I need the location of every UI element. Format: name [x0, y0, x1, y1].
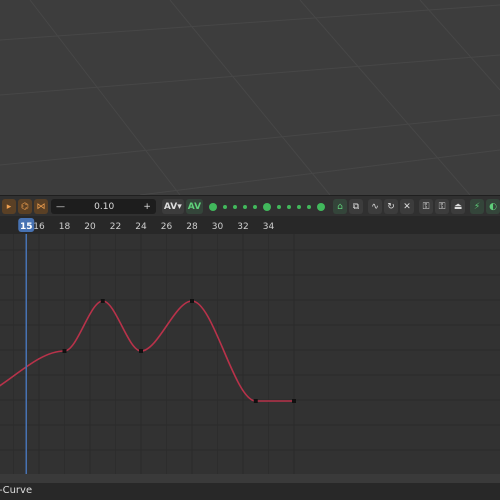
curve-icon[interactable]: ∿ — [368, 199, 383, 214]
frame-label: 18 — [59, 222, 71, 232]
av-button[interactable]: AV — [185, 199, 204, 214]
modifier-icon[interactable]: ⚡ — [470, 199, 485, 214]
frame-label: 26 — [161, 222, 173, 232]
frame-label: 34 — [263, 222, 275, 232]
current-frame-label: 15 — [20, 222, 33, 232]
keyframe-point[interactable] — [190, 299, 194, 303]
frame-label: 30 — [212, 222, 224, 232]
value-field[interactable]: — 0.10 + — [51, 199, 156, 214]
keyframe-dot-icon[interactable] — [287, 204, 292, 209]
av-dropdown[interactable]: AV ▾ — [161, 199, 184, 214]
keyframe-dot-icon[interactable] — [297, 204, 302, 209]
keyframe-green-icon[interactable] — [263, 202, 272, 211]
frame-ruler[interactable]: 16 18 20 22 24 26 28 30 32 34 15 — [0, 216, 500, 234]
status-bar: -Curve — [0, 474, 500, 500]
ghost-icon[interactable]: ⌬ — [18, 199, 32, 214]
overlay-icon[interactable]: ◐ — [486, 199, 500, 214]
keyframe-green-icon[interactable] — [317, 202, 326, 211]
normalize-icon[interactable]: ⧉ — [349, 199, 364, 214]
ghost-curves-icon[interactable]: ⌂ — [333, 199, 348, 214]
fcurve[interactable] — [0, 300, 294, 402]
keyframe-dot-icon[interactable] — [243, 204, 248, 209]
keyframe-dot-icon[interactable] — [277, 204, 282, 209]
keyframe-dot-icon[interactable] — [307, 204, 312, 209]
x-icon[interactable]: ✕ — [400, 199, 415, 214]
bake-icon[interactable]: ⏏ — [451, 199, 466, 214]
mirror-icon[interactable]: ⋈ — [34, 199, 48, 214]
editor-name-label: -Curve — [0, 485, 33, 496]
chevron-down-icon: ▾ — [177, 201, 182, 212]
frame-label: 24 — [135, 222, 147, 232]
key-icon[interactable]: ⚿ — [419, 199, 434, 214]
keyframe-point[interactable] — [253, 399, 258, 403]
filter-icon[interactable]: ▸ — [2, 199, 16, 214]
keyframe-dot-icon[interactable] — [233, 204, 238, 209]
graph-editor-area[interactable] — [0, 234, 500, 474]
frame-label: 16 — [33, 222, 45, 232]
key-type-icon[interactable]: ⚿ — [435, 199, 450, 214]
value-text: 0.10 — [94, 201, 115, 212]
graph-editor-header: ▸ ⌬ ⋈ — 0.10 + AV ▾ AV ⌂ ⧉ ∿ ↻ ✕ ⚿ ⚿ ⏏ ⚡ … — [0, 195, 500, 217]
keyframe-point[interactable] — [62, 349, 67, 353]
av-dropdown-label: AV — [163, 201, 178, 212]
keyframe-green-icon[interactable] — [209, 202, 218, 211]
keyframe-dot-icon[interactable] — [253, 204, 258, 209]
frame-label: 32 — [237, 222, 248, 232]
frame-label: 28 — [186, 222, 198, 232]
frame-label: 22 — [110, 222, 121, 232]
keyframe-point[interactable] — [100, 299, 105, 303]
cycle-icon[interactable]: ↻ — [384, 199, 399, 214]
decrement-button[interactable]: — — [56, 202, 65, 212]
keyframe-point[interactable] — [139, 349, 143, 353]
keyframe-point[interactable] — [292, 399, 296, 403]
3d-viewport[interactable] — [0, 0, 500, 195]
frame-label: 20 — [84, 222, 96, 232]
increment-button[interactable]: + — [143, 202, 151, 212]
keyframe-dot-icon[interactable] — [223, 204, 228, 209]
area-divider[interactable] — [0, 474, 500, 483]
